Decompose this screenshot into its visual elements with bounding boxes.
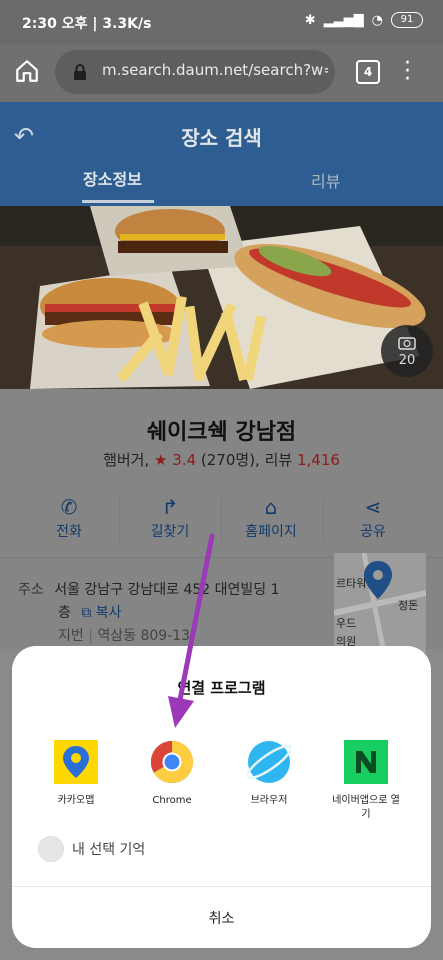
app-label: 카카오맵 — [57, 795, 95, 806]
map-label: 르타워 — [336, 577, 367, 590]
wifi-icon: ◔ — [371, 12, 383, 28]
share-button[interactable]: ⋖ 공유 — [318, 495, 428, 541]
naver-icon — [344, 740, 388, 784]
chrome-icon — [150, 740, 194, 784]
cancel-button[interactable]: 취소 — [12, 908, 431, 928]
address-line-2: 층 — [58, 605, 71, 621]
homepage-label: 홈페이지 — [245, 524, 297, 540]
mini-map[interactable]: 르타워 정돈 우드 의원 — [334, 553, 426, 653]
status-time: 2:30 오후 | 3.3K/s — [22, 16, 152, 32]
tab-reviews[interactable]: 리뷰 — [311, 168, 340, 192]
overflow-menu-icon[interactable]: · · · — [404, 53, 411, 91]
place-photo[interactable]: 20 — [0, 206, 443, 389]
tab-switcher-button[interactable]: 4 — [356, 60, 380, 84]
homepage-button[interactable]: ⌂ 홈페이지 — [216, 495, 326, 541]
phone-icon: ✆ — [60, 495, 78, 519]
status-icons: ✱ ▂▃▅▇ ◔ 91 — [305, 12, 423, 28]
lock-icon — [74, 64, 86, 80]
copy-icon[interactable]: ⧉ — [81, 605, 91, 621]
share-icon: ⋖ — [364, 495, 382, 519]
battery-indicator: 91 — [391, 12, 423, 28]
bluetooth-icon: ✱ — [304, 12, 316, 28]
active-tab-underline — [82, 200, 154, 203]
copy-button[interactable]: 복사 — [96, 605, 122, 621]
address-block: 주소 서울 강남구 강남대로 452 대연빌딩 1 층 ⧉ 복사 지번 | 역삼… — [18, 582, 280, 644]
map-label: 우드 — [336, 617, 357, 630]
app-label: Chrome — [152, 795, 192, 806]
map-label: 정돈 — [398, 599, 419, 612]
share-label: 공유 — [360, 524, 386, 540]
food-photo-illustration — [0, 206, 443, 389]
star-icon: ★ — [154, 451, 168, 469]
home-icon[interactable] — [14, 58, 40, 84]
browser-toolbar: m.search.daum.net/search?w=p 4 · · · — [0, 44, 443, 102]
app-option-kakaomap[interactable]: 카카오맵 — [26, 740, 126, 808]
call-label: 전화 — [56, 524, 82, 540]
rating-value: 3.4 — [172, 451, 197, 469]
address-label: 주소 — [18, 582, 44, 598]
call-button[interactable]: ✆ 전화 — [14, 495, 124, 541]
url-text[interactable]: m.search.daum.net/search?w=p — [102, 61, 328, 79]
dialog-divider — [12, 886, 431, 887]
place-summary: 햄버거, ★ 3.4 (270명), 리뷰 1,416 — [0, 449, 443, 470]
lot-label: 지번 — [58, 628, 84, 644]
annotation-arrow — [168, 533, 215, 728]
page-title: 장소 검색 — [181, 126, 262, 150]
app-option-naver[interactable]: 네이버앱으로 열기 — [316, 740, 416, 822]
app-option-chrome[interactable]: Chrome — [122, 740, 222, 808]
app-label: 네이버앱으로 열기 — [332, 795, 400, 820]
rating-count: (270명), 리뷰 — [200, 451, 293, 469]
home-outline-icon: ⌂ — [264, 495, 278, 519]
place-category: 햄버거, — [103, 451, 150, 469]
signal-icon: ▂▃▅▇ — [323, 12, 364, 28]
status-bar: 2:30 오후 | 3.3K/s ✱ ▂▃▅▇ ◔ 91 — [0, 0, 443, 44]
remember-checkbox[interactable] — [38, 836, 64, 862]
place-name: 쉐이크쉑 강남점 — [146, 420, 297, 445]
directions-icon: ↱ — [161, 495, 179, 519]
tab-place-info[interactable]: 장소정보 — [83, 166, 142, 190]
photo-count: 20 — [398, 353, 416, 368]
page-header: ↶ 장소 검색 장소정보 리뷰 — [0, 102, 443, 206]
kakaomap-icon — [54, 740, 98, 784]
remember-choice[interactable]: 내 선택 기억 — [38, 836, 145, 862]
review-count[interactable]: 1,416 — [297, 451, 340, 469]
app-label: 브라우저 — [250, 795, 288, 806]
remember-label: 내 선택 기억 — [72, 842, 146, 858]
browser-icon — [246, 740, 292, 784]
app-option-browser[interactable]: 브라우저 — [219, 740, 319, 808]
